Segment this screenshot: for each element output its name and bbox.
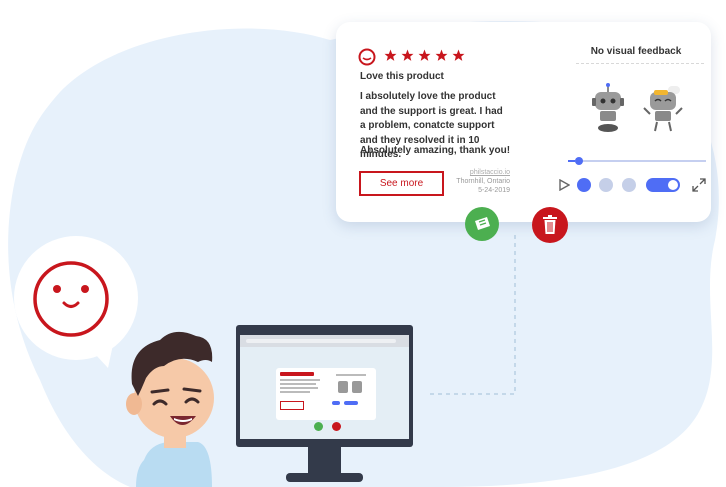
review-closing: Absolutely amazing, thank you! bbox=[360, 145, 511, 156]
mini-text-line bbox=[280, 387, 318, 389]
progress-fill bbox=[568, 160, 575, 162]
mini-toggle bbox=[344, 401, 358, 405]
review-location: Thornhill, Ontario bbox=[456, 178, 510, 185]
feedback-divider bbox=[576, 63, 704, 64]
approve-button[interactable] bbox=[465, 207, 499, 241]
smiley-icon bbox=[358, 48, 376, 66]
mini-control bbox=[332, 401, 340, 405]
mini-see-more bbox=[280, 401, 304, 410]
mini-delete-dot bbox=[332, 422, 341, 431]
review-site[interactable]: philstaccio.io bbox=[454, 168, 510, 177]
monitor bbox=[236, 325, 413, 447]
mini-text-line bbox=[280, 383, 316, 385]
star-icon bbox=[418, 49, 431, 61]
progress-track[interactable] bbox=[568, 160, 706, 162]
step-dot-1[interactable] bbox=[577, 178, 591, 192]
toggle-knob bbox=[668, 180, 678, 190]
mini-text-line bbox=[280, 391, 310, 393]
mini-review-card bbox=[276, 368, 376, 420]
delete-button[interactable] bbox=[532, 207, 568, 243]
address-bar bbox=[246, 339, 396, 343]
review-date: 5-24-2019 bbox=[478, 187, 510, 194]
feedback-title: No visual feedback bbox=[590, 46, 682, 57]
big-smiley-icon bbox=[33, 261, 109, 337]
monitor-screen bbox=[240, 335, 409, 439]
mini-robot bbox=[338, 381, 348, 393]
speech-bubble-tail bbox=[82, 340, 114, 368]
star-icon bbox=[384, 49, 397, 61]
mini-stars bbox=[280, 372, 314, 376]
person-illustration bbox=[126, 331, 214, 487]
feedback-toggle[interactable] bbox=[646, 178, 680, 192]
ticket-icon bbox=[475, 217, 490, 230]
monitor-stand bbox=[308, 447, 341, 475]
mini-approve-dot bbox=[314, 422, 323, 431]
robot-icon bbox=[592, 83, 624, 132]
monitor-base bbox=[286, 473, 363, 482]
mini-robot bbox=[352, 381, 362, 393]
trash-icon bbox=[543, 215, 557, 234]
browser-toolbar bbox=[240, 335, 409, 347]
review-title: Love this product bbox=[360, 71, 444, 82]
star-icon bbox=[452, 49, 465, 61]
mini-text-line bbox=[280, 379, 320, 381]
play-icon[interactable] bbox=[558, 179, 570, 191]
star-icon bbox=[435, 49, 448, 61]
star-icon bbox=[401, 49, 414, 61]
star-rating bbox=[384, 49, 469, 67]
step-dot-2[interactable] bbox=[599, 178, 613, 192]
mini-feedback-title bbox=[336, 374, 366, 376]
review-meta: philstaccio.io Thornhill, Ontario 5-24-2… bbox=[454, 168, 510, 195]
happy-robot-icon bbox=[643, 86, 683, 132]
see-more-button[interactable]: See more bbox=[359, 171, 444, 196]
review-card: Love this product I absolutely love the … bbox=[336, 22, 711, 222]
expand-icon[interactable] bbox=[692, 178, 706, 192]
progress-handle[interactable] bbox=[575, 157, 583, 165]
step-dot-3[interactable] bbox=[622, 178, 636, 192]
